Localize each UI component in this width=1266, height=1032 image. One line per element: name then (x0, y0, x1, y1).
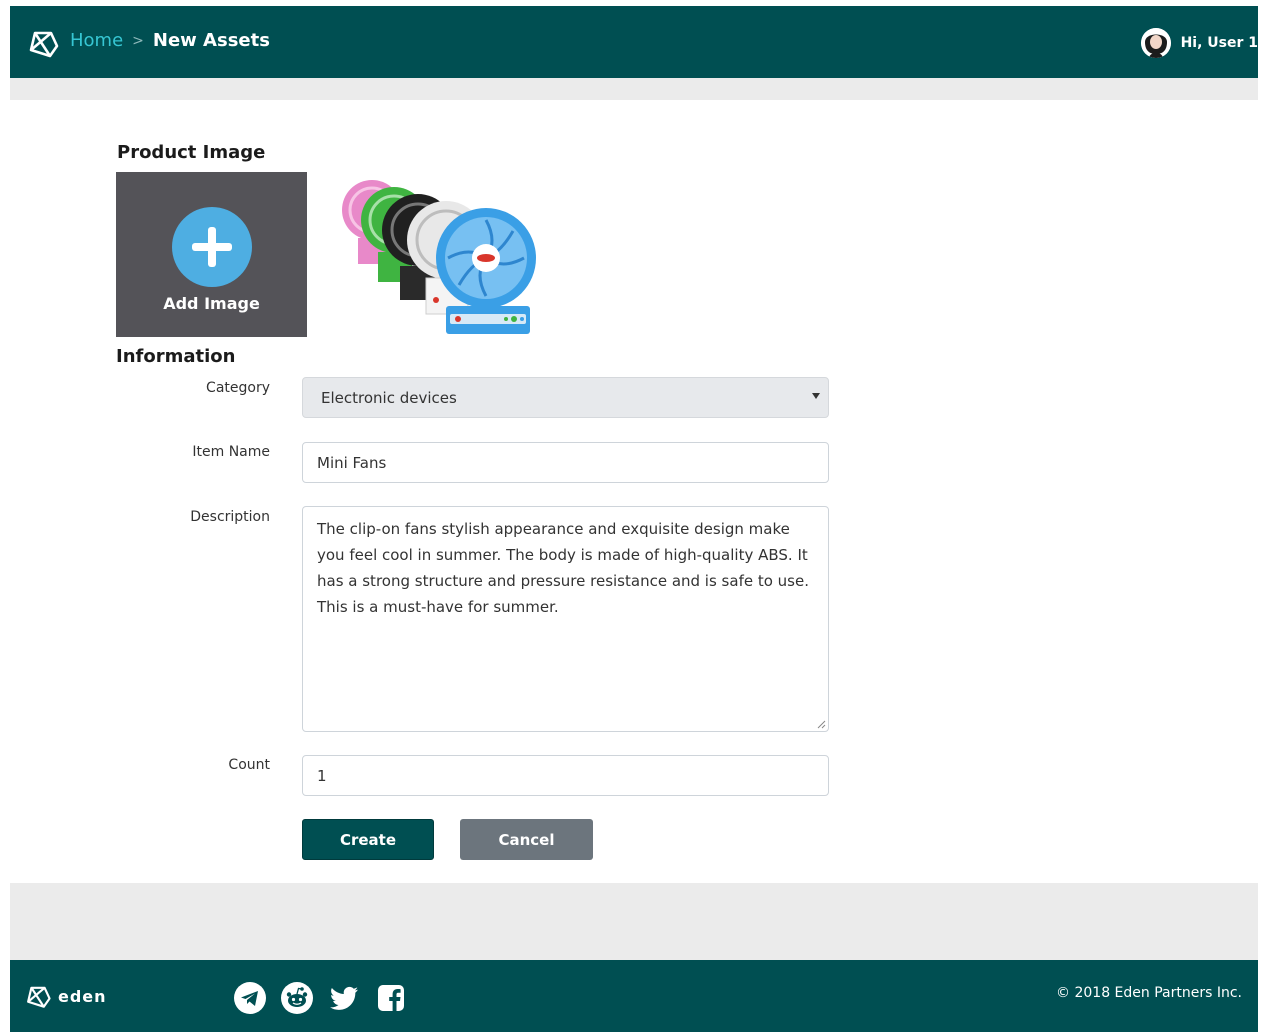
create-button[interactable]: Create (302, 819, 434, 860)
user-greeting: Hi, User 1 (1180, 35, 1258, 51)
product-photo-mini-fans[interactable] (336, 172, 544, 340)
breadcrumb-home-link[interactable]: Home (70, 30, 123, 52)
plus-icon (172, 207, 252, 287)
twitter-icon[interactable] (328, 982, 360, 1014)
breadcrumb: Home > New Assets (70, 30, 270, 52)
count-value: 1 (317, 766, 327, 785)
description-textarea[interactable]: The clip-on fans stylish appearance and … (302, 506, 829, 732)
breadcrumb-current-page: New Assets (152, 30, 270, 51)
bottom-divider-band (10, 883, 1258, 960)
top-divider-band (10, 78, 1258, 100)
footer-brand-name: eden (58, 986, 107, 1006)
category-select[interactable]: Electronic devices (302, 377, 829, 418)
cancel-button[interactable]: Cancel (460, 819, 593, 860)
telegram-icon[interactable] (234, 982, 266, 1014)
information-heading: Information (116, 346, 236, 367)
user-menu[interactable]: Hi, User 1 (1140, 28, 1258, 58)
category-label: Category (206, 380, 270, 396)
footer-logo[interactable]: eden (24, 982, 107, 1010)
category-selected-value: Electronic devices (321, 388, 457, 407)
product-image-heading: Product Image (117, 142, 266, 163)
eden-logo-icon[interactable] (26, 26, 60, 60)
count-label: Count (228, 757, 270, 773)
item-name-label: Item Name (192, 444, 270, 460)
resize-handle-icon[interactable] (816, 719, 826, 729)
add-image-label: Add Image (163, 294, 260, 313)
social-links (234, 982, 422, 1014)
chevron-down-icon (812, 393, 820, 399)
top-navbar: Home > New Assets Hi, User 1 (10, 6, 1258, 78)
description-label: Description (190, 509, 270, 525)
description-value: The clip-on fans stylish appearance and … (317, 520, 809, 616)
item-name-value: Mini Fans (317, 453, 387, 472)
copyright-text: © 2018 Eden Partners Inc. (1056, 985, 1242, 1001)
page: Home > New Assets Hi, User 1 Product Ima… (10, 6, 1258, 1032)
reddit-icon[interactable] (281, 982, 313, 1014)
footer: eden © 2018 Eden Partners Inc. (10, 960, 1258, 1032)
breadcrumb-separator: > (132, 33, 144, 49)
eden-logo-icon (27, 986, 51, 1008)
count-input[interactable]: 1 (302, 755, 829, 796)
item-name-input[interactable]: Mini Fans (302, 442, 829, 483)
add-image-button[interactable]: Add Image (116, 172, 307, 337)
avatar-icon[interactable] (1140, 28, 1171, 58)
facebook-icon[interactable] (375, 982, 407, 1014)
